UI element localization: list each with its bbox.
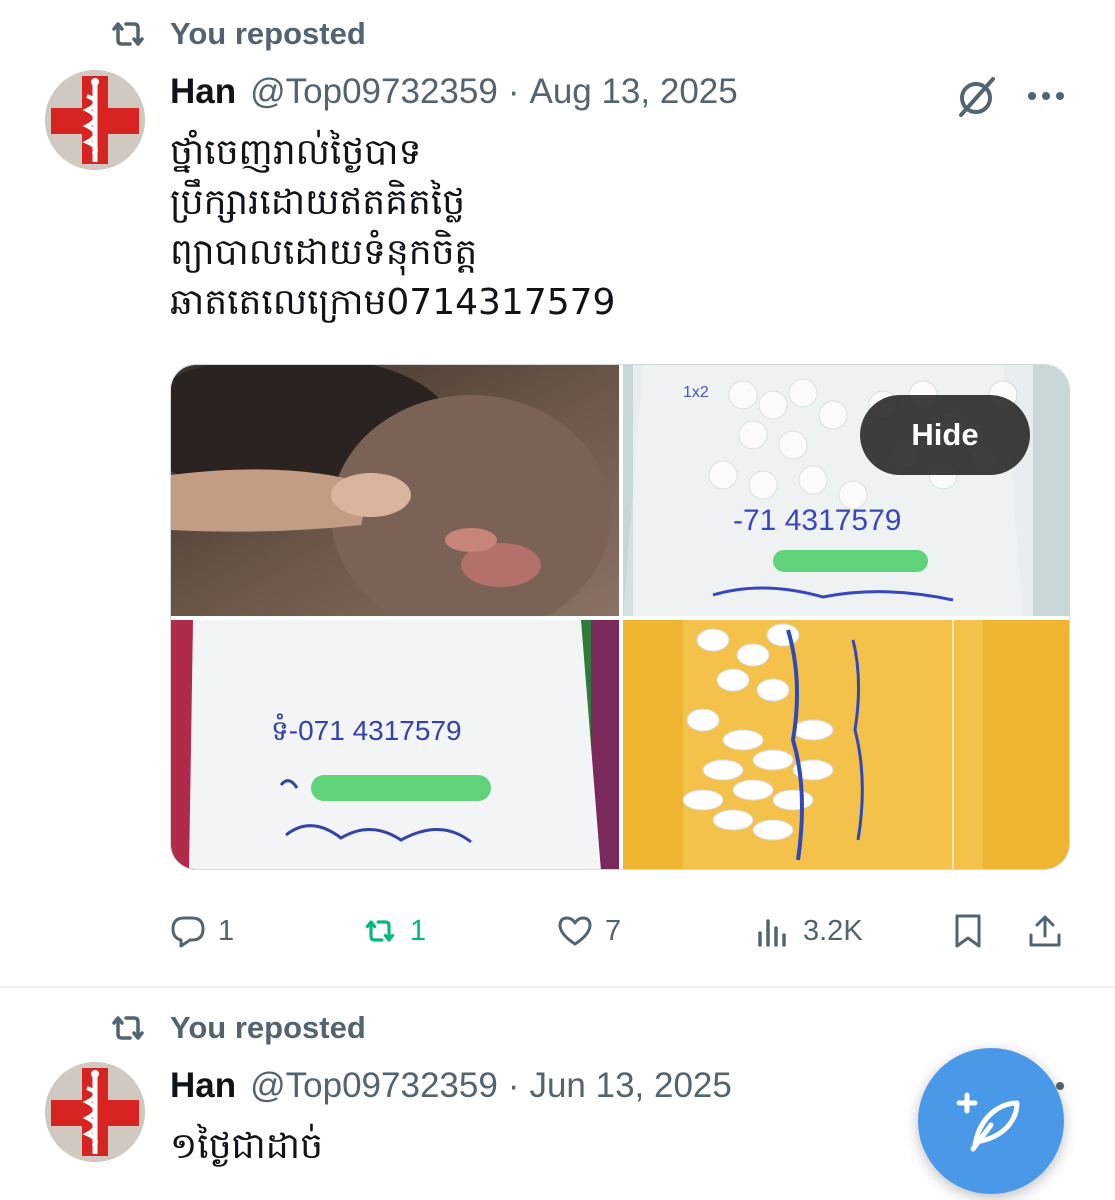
- bookmark-icon: [955, 914, 981, 948]
- like-count: 7: [605, 914, 622, 947]
- author-handle[interactable]: @Top09732359: [250, 1066, 498, 1106]
- post-text-line: ១ថ្ងៃជាដាច់: [170, 1126, 323, 1167]
- repost-icon: [112, 1016, 144, 1040]
- author-name[interactable]: Han: [170, 1066, 236, 1106]
- repost-count: 1: [410, 914, 427, 947]
- media-photo-1[interactable]: [171, 365, 619, 616]
- share-button[interactable]: [1027, 913, 1063, 949]
- views-count: 3.2K: [803, 914, 863, 947]
- separator: ·: [507, 1066, 520, 1105]
- reply-icon: [171, 916, 205, 948]
- reply-button[interactable]: 1: [170, 913, 234, 949]
- repost-label: You reposted: [170, 16, 366, 51]
- repost-icon: [112, 22, 144, 46]
- views-button[interactable]: 3.2K: [755, 913, 863, 949]
- action-bar: 1 1 7 3.2K: [0, 905, 1115, 961]
- envelope-phone-label: ទំ-071 4317579: [271, 713, 462, 746]
- repost-indicator: You reposted: [108, 1010, 366, 1046]
- share-icon: [1029, 915, 1061, 947]
- separator: ·: [507, 72, 520, 111]
- compose-icon: [956, 1092, 1020, 1152]
- repost-button[interactable]: 1: [362, 913, 426, 949]
- repost-label: You reposted: [170, 1010, 366, 1045]
- post-header: Han @Top09732359 · Jun 13, 2025: [170, 1066, 732, 1106]
- post-text-line: ប្រឹក្សារដោយឥតគិតថ្លៃ: [170, 182, 466, 223]
- grok-icon[interactable]: [955, 75, 999, 119]
- repost-icon: [365, 920, 395, 942]
- reply-count: 1: [218, 914, 235, 947]
- author-handle[interactable]: @Top09732359: [250, 72, 498, 112]
- post-date[interactable]: Jun 13, 2025: [529, 1066, 731, 1106]
- avatar[interactable]: [45, 70, 145, 170]
- author-name[interactable]: Han: [170, 72, 236, 112]
- media-photo-3[interactable]: ទំ-071 4317579: [171, 620, 619, 869]
- post-header: Han @Top09732359 · Aug 13, 2025: [170, 72, 738, 112]
- medical-cross-icon: [45, 70, 145, 170]
- media-photo-4[interactable]: [623, 620, 1069, 869]
- medical-cross-icon: [45, 1062, 145, 1162]
- compose-button[interactable]: [918, 1048, 1064, 1194]
- bag-label-top: 1x2: [683, 384, 709, 401]
- post-text-line: ព្យាបាលដោយទំនុកចិត្ត: [170, 232, 478, 273]
- bookmark-button[interactable]: [950, 913, 986, 949]
- more-icon[interactable]: [1026, 86, 1066, 106]
- avatar[interactable]: [45, 1062, 145, 1162]
- post-text: ថ្នាំចេញរាល់ថ្ងៃបាទ ប្រឹក្សារដោយឥតគិតថ្ល…: [170, 128, 615, 328]
- post-1[interactable]: You reposted Han @Top09732359 · Aug 13, …: [0, 0, 1115, 986]
- post-date[interactable]: Aug 13, 2025: [529, 72, 737, 112]
- bag-phone-label: -71 4317579: [733, 504, 902, 537]
- post-text-line: ឆាតតេលេក្រោម0714317579: [170, 282, 616, 323]
- heart-icon: [558, 916, 592, 946]
- hide-media-button[interactable]: Hide: [860, 395, 1030, 475]
- post-text-line: ថ្នាំចេញរាល់ថ្ងៃបាទ: [170, 132, 422, 173]
- views-icon: [758, 919, 786, 947]
- repost-indicator: You reposted: [108, 16, 366, 52]
- like-button[interactable]: 7: [557, 913, 621, 949]
- post-text: ១ថ្ងៃជាដាច់: [170, 1122, 323, 1172]
